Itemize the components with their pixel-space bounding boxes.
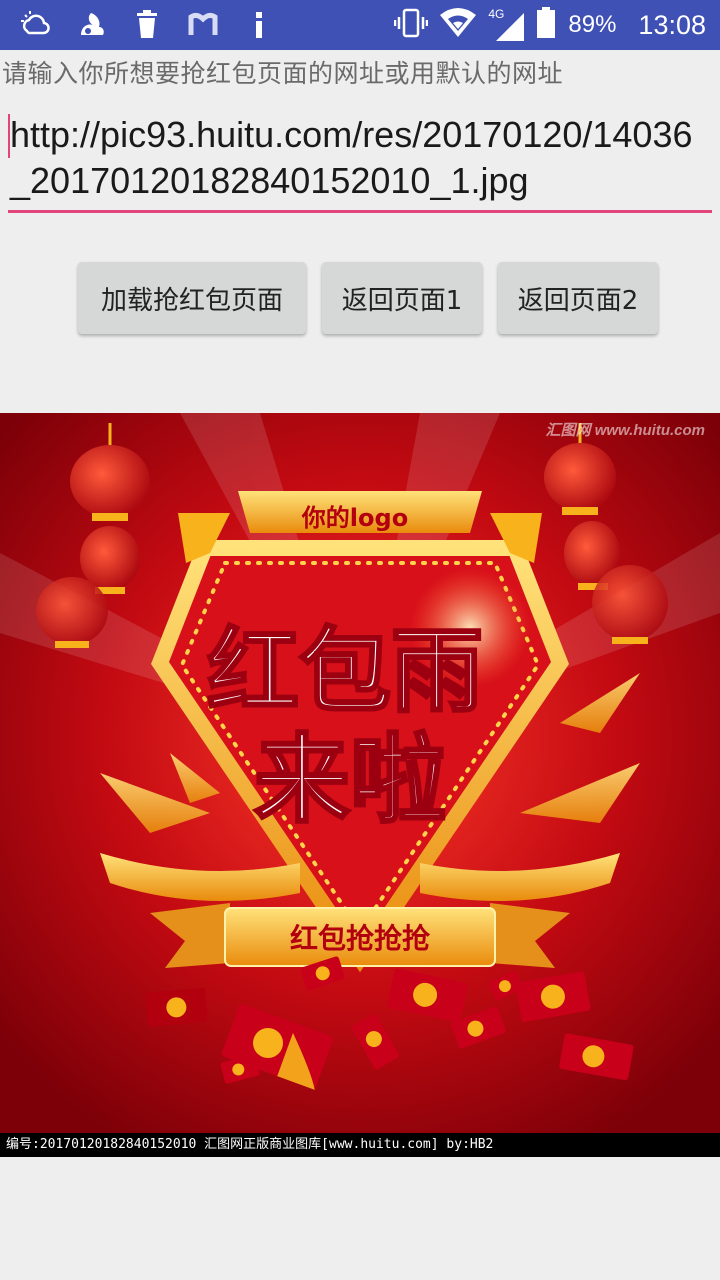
poster-logo-text: 你的logo bbox=[301, 504, 408, 532]
url-input-value: http://pic93.huitu.com/res/20170120/1403… bbox=[10, 114, 693, 201]
vibrate-icon bbox=[394, 8, 429, 43]
poster-headline-line2: 来啦 bbox=[254, 724, 446, 836]
back-page1-button[interactable]: 返回页面1 bbox=[322, 262, 482, 334]
info-icon bbox=[242, 8, 276, 42]
url-input[interactable]: http://pic93.huitu.com/res/20170120/1403… bbox=[8, 112, 712, 213]
red-envelope-poster-image: 你的logo 红包雨 来啦 红包抢抢抢 汇图网 www.huitu.com bbox=[0, 413, 720, 1133]
poster-watermark: 汇图网 www.huitu.com bbox=[546, 422, 705, 439]
webview[interactable]: 你的logo 红包雨 来啦 红包抢抢抢 汇图网 www.huitu.com 编号… bbox=[0, 413, 720, 1157]
signal-4g-icon: 4G bbox=[488, 7, 526, 43]
weather-cloud-sun-icon bbox=[18, 8, 52, 42]
battery-icon bbox=[536, 6, 556, 44]
battery-percent: 89% bbox=[568, 11, 617, 38]
clock: 13:08 bbox=[638, 9, 706, 40]
load-redpacket-page-button[interactable]: 加载抢红包页面 bbox=[78, 262, 306, 334]
text-cursor bbox=[8, 114, 10, 158]
m-app-icon bbox=[186, 8, 220, 42]
trash-icon bbox=[130, 8, 164, 42]
poster-caption: 编号:20170120182840152010 汇图网正版商业图库[www.hu… bbox=[0, 1133, 720, 1157]
poster-headline-line1: 红包雨 bbox=[207, 618, 483, 725]
wifi-icon bbox=[438, 7, 478, 44]
system-icons: 4G 89% 13:08 bbox=[394, 0, 706, 50]
status-bar: 4G 89% 13:08 bbox=[0, 0, 720, 50]
back-page2-button[interactable]: 返回页面2 bbox=[498, 262, 658, 334]
uc-browser-squirrel-icon bbox=[74, 8, 108, 42]
notification-icons bbox=[18, 6, 276, 44]
poster-ribbon-text: 红包抢抢抢 bbox=[290, 922, 431, 955]
url-prompt-label: 请输入你所想要抢红包页面的网址或用默认的网址 bbox=[2, 59, 564, 88]
